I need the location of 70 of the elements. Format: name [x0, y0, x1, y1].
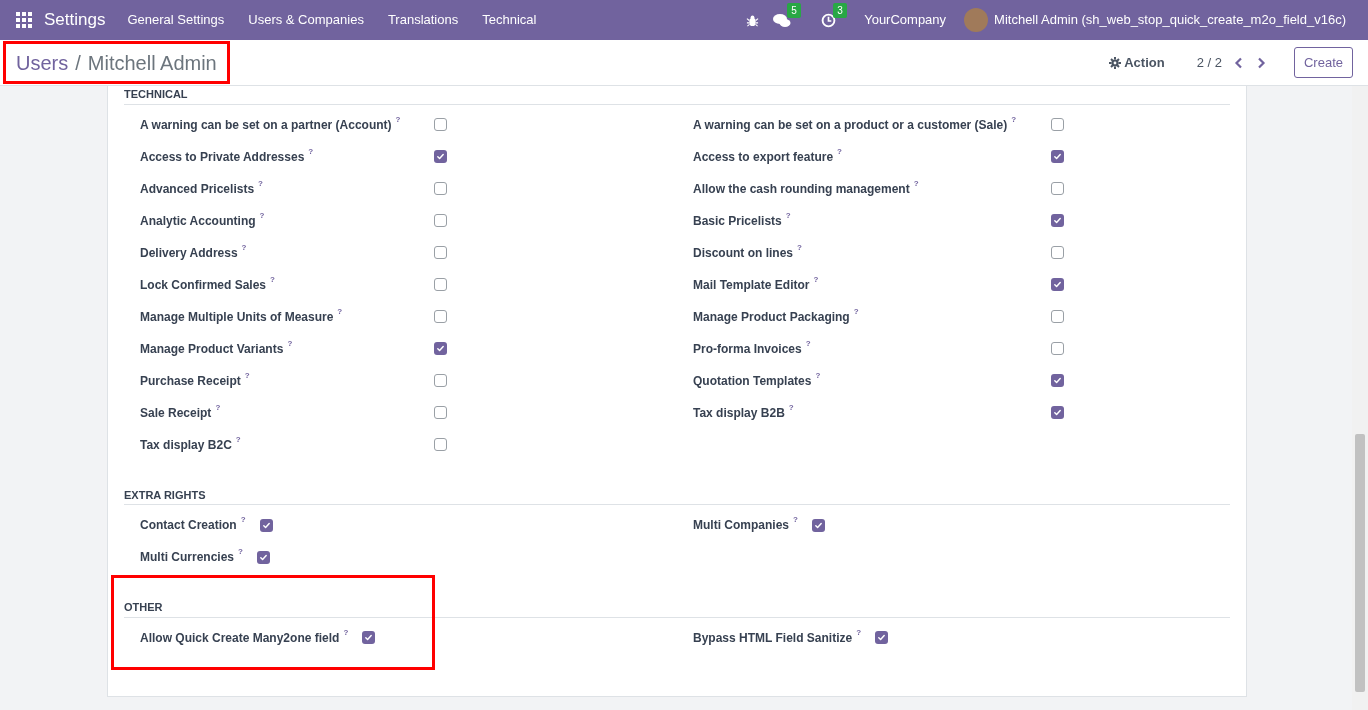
menu-item[interactable]: General Settings — [115, 10, 237, 30]
user-menu[interactable]: Mitchell Admin (sh_web_stop_quick_create_m2o_field_v16c) — [994, 10, 1346, 30]
field-label: Access to export feature — [693, 148, 834, 166]
field-label: Manage Product Variants — [140, 340, 284, 358]
field-label: Discount on lines — [693, 244, 793, 262]
field-label: Contact Creation — [140, 517, 237, 534]
field-label: Tax display B2C — [140, 436, 232, 454]
help-tooltip-marker[interactable]: ? — [395, 113, 401, 126]
field-label: A warning can be set on a partner (Account) — [140, 116, 392, 134]
field-label: Pro-forma Invoices — [693, 340, 802, 358]
field-label: Mail Template Editor — [693, 276, 810, 294]
field-label: Lock Confirmed Sales — [140, 276, 267, 294]
field-label: A warning can be set on a product or a customer (Sale) — [693, 116, 1008, 134]
breadcrumb-separator: / — [75, 50, 81, 76]
help-tooltip-marker[interactable]: ? — [785, 209, 791, 222]
help-tooltip-marker[interactable]: ? — [856, 626, 862, 639]
field-label: Quotation Templates — [693, 372, 812, 390]
field-label: Delivery Address — [140, 244, 238, 262]
menu-item[interactable]: Technical — [470, 10, 549, 30]
field-label: Manage Multiple Units of Measure — [140, 308, 334, 326]
menu-item[interactable]: Users & Companies — [236, 10, 376, 30]
field-label: Access to Private Addresses — [140, 148, 305, 166]
field-label: Manage Product Packaging — [693, 308, 850, 326]
field-label: Multi Companies — [693, 517, 789, 534]
activity-count-badge: 3 — [833, 2, 847, 18]
help-tooltip-marker[interactable]: ? — [797, 241, 802, 254]
menu-item[interactable]: Translations — [375, 10, 471, 30]
field-label: Basic Pricelists — [693, 212, 782, 230]
help-tooltip-marker[interactable]: ? — [337, 305, 343, 318]
help-tooltip-marker[interactable]: ? — [793, 514, 798, 526]
section-heading: OTHER — [124, 599, 1230, 618]
company-switcher[interactable]: YourCompany — [864, 10, 947, 30]
help-tooltip-marker[interactable]: ? — [837, 145, 842, 158]
help-tooltip-marker[interactable]: ? — [270, 273, 275, 286]
help-tooltip-marker[interactable]: ? — [287, 337, 293, 350]
help-tooltip-marker[interactable]: ? — [240, 514, 246, 526]
help-tooltip-marker[interactable]: ? — [1011, 113, 1017, 126]
help-tooltip-marker[interactable]: ? — [913, 177, 919, 190]
section-heading: TECHNICAL — [124, 86, 1230, 105]
help-tooltip-marker[interactable]: ? — [215, 401, 221, 414]
pager-value[interactable]: 2 / 2 — [1196, 52, 1222, 73]
help-tooltip-marker[interactable]: ? — [815, 369, 821, 382]
help-tooltip-marker[interactable]: ? — [853, 305, 859, 318]
field-label: Analytic Accounting — [140, 212, 256, 230]
create-button[interactable]: Create — [1293, 47, 1353, 78]
help-tooltip-marker[interactable]: ? — [805, 337, 811, 350]
field-label: Advanced Pricelists — [140, 180, 255, 198]
help-tooltip-marker[interactable]: ? — [238, 546, 243, 558]
help-tooltip-marker[interactable]: ? — [308, 145, 314, 158]
field-label: Sale Receipt — [140, 404, 212, 422]
action-menu-button[interactable]: Action — [1109, 52, 1165, 73]
app-title[interactable]: Settings — [44, 7, 106, 33]
help-tooltip-marker[interactable]: ? — [235, 433, 241, 446]
field-label: Allow Quick Create Many2one field — [140, 629, 340, 647]
help-tooltip-marker[interactable]: ? — [259, 209, 265, 222]
message-count-badge: 5 — [787, 2, 801, 18]
field-label: Tax display B2B — [693, 404, 785, 422]
help-tooltip-marker[interactable]: ? — [258, 177, 263, 190]
field-label: Bypass HTML Field Sanitize — [693, 629, 853, 647]
help-tooltip-marker[interactable]: ? — [343, 626, 349, 639]
breadcrumb-item[interactable]: Users — [16, 47, 69, 78]
help-tooltip-marker[interactable]: ? — [813, 273, 819, 286]
field-label: Allow the cash rounding management — [693, 180, 910, 198]
section-heading: EXTRA RIGHTS — [124, 486, 1230, 505]
help-tooltip-marker[interactable]: ? — [244, 369, 250, 382]
help-tooltip-marker[interactable]: ? — [241, 241, 247, 254]
help-tooltip-marker[interactable]: ? — [788, 401, 794, 414]
field-label: Purchase Receipt — [140, 372, 241, 390]
field-label: Multi Currencies — [140, 549, 235, 566]
breadcrumb-item: Mitchell Admin — [87, 50, 217, 76]
